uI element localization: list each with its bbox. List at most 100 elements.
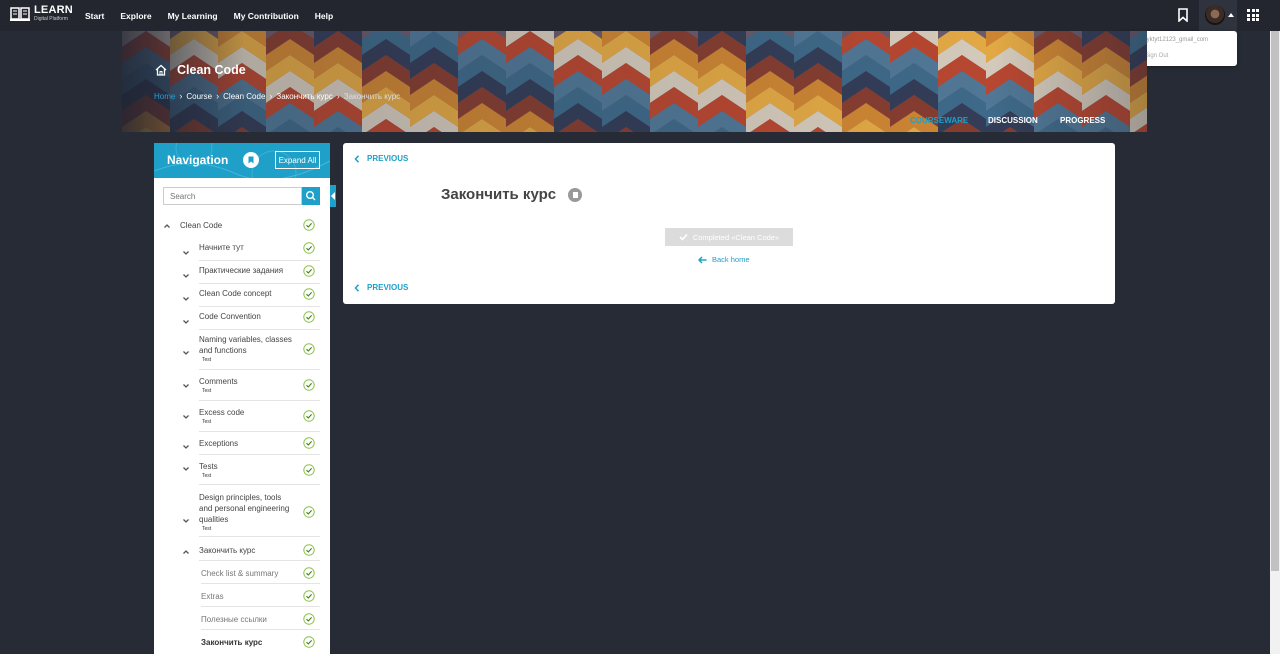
- search-icon: [305, 190, 316, 201]
- tab-courseware[interactable]: COURSEWARE: [910, 116, 968, 125]
- scrollbar-thumb[interactable]: [1271, 31, 1279, 571]
- user-email[interactable]: tyktyt12123_gmail_com: [1145, 37, 1208, 43]
- check-circle-icon: [303, 343, 315, 355]
- nav-explore[interactable]: Explore: [120, 11, 151, 21]
- nav-section[interactable]: Tests Test: [154, 455, 330, 485]
- chevron-up-icon: [183, 550, 189, 554]
- nav-unit-label: Check list & summary: [201, 569, 279, 578]
- chevron-down-icon: [183, 297, 189, 301]
- brand-logo[interactable]: LEARN Digital Platform: [10, 5, 73, 22]
- search-button[interactable]: [302, 187, 320, 205]
- top-bar: LEARN Digital Platform Start Explore My …: [0, 0, 1280, 31]
- chevron-down-icon: [183, 384, 189, 388]
- nav-section-sub: Test: [202, 419, 212, 425]
- bookmark-icon[interactable]: [1177, 8, 1189, 22]
- sidebar-header: Navigation Expand All: [154, 143, 330, 178]
- nav-section-label: Code Convention: [199, 312, 261, 321]
- sidebar-collapse-toggle[interactable]: [330, 185, 336, 207]
- course-title-text: Clean Code: [177, 63, 246, 77]
- nav-section[interactable]: Exceptions: [154, 432, 330, 455]
- check-circle-icon: [303, 437, 315, 449]
- course-title: Clean Code: [155, 63, 246, 77]
- breadcrumb-home[interactable]: Home: [154, 92, 175, 101]
- previous-label: PREVIOUS: [367, 283, 409, 292]
- book-icon: [10, 6, 30, 21]
- nav-section[interactable]: Naming variables, classes and functions …: [154, 330, 330, 370]
- nav-unit[interactable]: Полезные ссылки: [154, 607, 330, 630]
- nav-root-clean-code[interactable]: Clean Code: [154, 217, 330, 233]
- nav-section-label: Comments: [199, 377, 238, 386]
- nav-my-learning[interactable]: My Learning: [168, 11, 218, 21]
- previous-button-bottom[interactable]: PREVIOUS: [354, 283, 408, 292]
- nav-section-label-line2: and functions: [199, 346, 247, 355]
- check-circle-icon: [303, 506, 315, 518]
- bookmark-icon: [248, 156, 254, 164]
- nav-section[interactable]: Code Convention: [154, 307, 330, 330]
- nav-help[interactable]: Help: [315, 11, 333, 21]
- back-home-link[interactable]: Back home: [698, 255, 750, 264]
- chevron-down-icon: [183, 351, 189, 355]
- sidebar-search-input[interactable]: [163, 187, 302, 205]
- breadcrumb-course[interactable]: Course: [186, 92, 212, 101]
- chevron-right-icon: ›: [216, 91, 220, 101]
- expand-all-button[interactable]: Expand All: [275, 151, 320, 169]
- nav-section-label: Начните тут: [199, 243, 244, 252]
- chevron-down-icon: [183, 251, 189, 255]
- check-circle-icon: [303, 242, 315, 254]
- nav-section[interactable]: Практические задания: [154, 261, 330, 284]
- nav-unit-label: Закончить курс: [201, 638, 263, 647]
- chevron-down-icon: [183, 445, 189, 449]
- sidebar-title: Navigation: [167, 153, 229, 167]
- nav-section-label-line3: qualities: [199, 515, 229, 524]
- nav-section[interactable]: Clean Code concept: [154, 284, 330, 307]
- nav-section-label: Excess code: [199, 408, 245, 417]
- check-circle-icon: [303, 464, 315, 476]
- user-menu-toggle[interactable]: [1199, 0, 1237, 31]
- breadcrumb-section[interactable]: Закончить курс: [276, 92, 332, 101]
- chevron-down-icon: [183, 320, 189, 324]
- nav-unit[interactable]: Extras: [154, 584, 330, 607]
- home-icon[interactable]: [155, 64, 167, 76]
- breadcrumb-clean-code[interactable]: Clean Code: [223, 92, 265, 101]
- nav-section[interactable]: Excess code Test: [154, 401, 330, 432]
- nav-section[interactable]: Начните тут: [154, 238, 330, 261]
- nav-unit[interactable]: Check list & summary: [154, 561, 330, 584]
- previous-button-top[interactable]: PREVIOUS: [354, 154, 408, 163]
- check-circle-icon: [303, 544, 315, 556]
- nav-section-label: Tests: [199, 462, 218, 471]
- bookmark-unit-button[interactable]: [568, 187, 583, 202]
- breadcrumb-current: Закончить курс: [343, 91, 401, 101]
- nav-start[interactable]: Start: [85, 11, 104, 21]
- bookmarks-button[interactable]: [243, 152, 259, 168]
- bookmark-icon: [572, 191, 578, 198]
- tab-discussion[interactable]: DISCUSSION: [988, 116, 1038, 125]
- nav-my-contribution[interactable]: My Contribution: [234, 11, 299, 21]
- nav-section[interactable]: Design principles, tools and personal en…: [154, 485, 330, 537]
- nav-section-sub: Test: [202, 357, 212, 363]
- nav-unit-active[interactable]: Закончить курс: [154, 630, 330, 653]
- previous-label: PREVIOUS: [367, 154, 409, 163]
- check-circle-icon: [303, 311, 315, 323]
- apps-grid-icon[interactable]: [1247, 9, 1259, 21]
- check-circle-icon: [303, 288, 315, 300]
- caret-left-icon: [331, 192, 335, 200]
- check-circle-icon: [303, 410, 315, 422]
- nav-section[interactable]: Comments Test: [154, 370, 330, 401]
- chevron-right-icon: ›: [179, 91, 183, 101]
- page-scrollbar[interactable]: [1270, 31, 1280, 654]
- completed-label: Completed «Clean Code»: [692, 232, 780, 242]
- breadcrumb: Home › Course › Clean Code › Закончить к…: [154, 91, 400, 101]
- chevron-down-icon: [183, 274, 189, 278]
- row-divider: [199, 536, 320, 537]
- main-nav: Start Explore My Learning My Contributio…: [85, 0, 349, 31]
- nav-section-sub: Test: [202, 388, 212, 394]
- chevron-down-icon: [183, 519, 189, 523]
- completed-button: Completed «Clean Code»: [665, 228, 793, 246]
- tab-progress[interactable]: PROGRESS: [1060, 116, 1105, 125]
- nav-section-expanded[interactable]: Закончить курс: [154, 540, 330, 561]
- check-circle-icon: [303, 265, 315, 277]
- unit-title-text: Закончить курс: [441, 186, 557, 203]
- check-circle-icon: [303, 590, 315, 602]
- sign-out-link[interactable]: Sign Out: [1145, 53, 1168, 59]
- brand-title: LEARN: [34, 4, 73, 16]
